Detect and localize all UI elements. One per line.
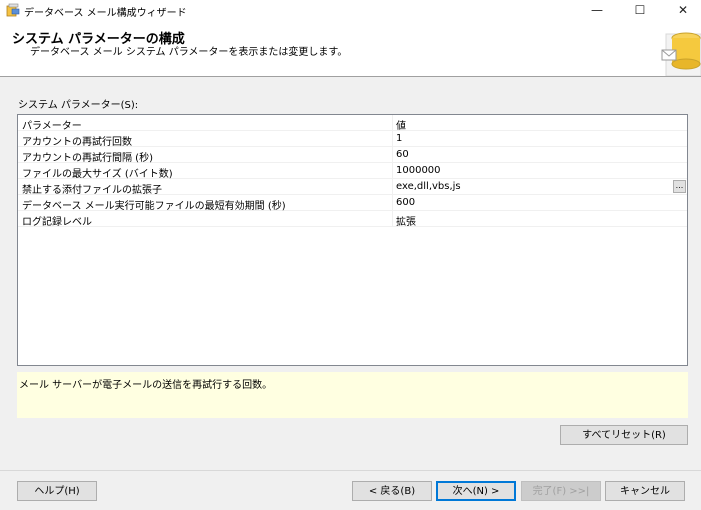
help-button[interactable]: ヘルプ(H) [17, 481, 97, 501]
back-button[interactable]: < 戻る(B) [352, 481, 432, 501]
window-title: データベース メール構成ウィザード [24, 8, 187, 19]
table-row[interactable]: 禁止する添付ファイルの拡張子 exe,dll,vbs,js ... [18, 179, 687, 196]
column-header-parameter: パラメーター [22, 121, 82, 132]
parameter-name: アカウントの再試行回数 [22, 137, 132, 148]
parameter-value[interactable]: 600 [396, 197, 656, 208]
title-bar: データベース メール構成ウィザード — ☐ ✕ [0, 0, 701, 20]
parameter-value[interactable]: 60 [396, 149, 656, 160]
table-row[interactable]: アカウントの再試行回数 1 [18, 131, 687, 148]
system-parameters-label: システム パラメーター(S): [18, 100, 139, 111]
footer-separator [0, 470, 701, 471]
table-row[interactable]: ログ記録レベル 拡張 [18, 211, 687, 228]
database-mail-icon [661, 32, 701, 76]
parameter-value[interactable]: 1 [396, 133, 656, 144]
parameter-name: データベース メール実行可能ファイルの最短有効期間 (秒) [22, 201, 286, 212]
page-subtitle: データベース メール システム パラメーターを表示または変更します。 [30, 47, 348, 58]
parameter-description-panel: メール サーバーが電子メールの送信を再試行する回数。 [17, 372, 688, 418]
cancel-button[interactable]: キャンセル [605, 481, 685, 501]
parameter-description: メール サーバーが電子メールの送信を再試行する回数。 [19, 380, 273, 391]
parameter-value[interactable]: 拡張 [396, 213, 656, 228]
minimize-button[interactable]: — [574, 0, 620, 20]
column-header-value: 値 [396, 121, 406, 132]
parameter-value[interactable]: 1000000 [396, 165, 656, 176]
table-row[interactable]: データベース メール実行可能ファイルの最短有効期間 (秒) 600 [18, 195, 687, 212]
table-row[interactable]: アカウントの再試行間隔 (秒) 60 [18, 147, 687, 164]
maximize-button[interactable]: ☐ [617, 0, 663, 20]
parameter-name: アカウントの再試行間隔 (秒) [22, 153, 153, 164]
wizard-app-icon [6, 3, 20, 17]
reset-all-button[interactable]: すべてリセット(R) [560, 425, 688, 445]
close-button[interactable]: ✕ [660, 0, 701, 20]
parameter-value[interactable]: exe,dll,vbs,js [396, 181, 656, 192]
parameter-name: ログ記録レベル [22, 217, 92, 228]
browse-extensions-button[interactable]: ... [673, 180, 686, 193]
table-row[interactable]: ファイルの最大サイズ (バイト数) 1000000 [18, 163, 687, 180]
next-button[interactable]: 次へ(N) > [436, 481, 516, 501]
parameter-name: 禁止する添付ファイルの拡張子 [22, 185, 162, 196]
wizard-header: システム パラメーターの構成 データベース メール システム パラメーターを表示… [0, 20, 701, 77]
grid-header-row: パラメーター 値 [18, 115, 687, 132]
parameter-name: ファイルの最大サイズ (バイト数) [22, 169, 173, 180]
finish-button[interactable]: 完了(F) >>| [521, 481, 601, 501]
system-parameters-grid[interactable]: パラメーター 値 アカウントの再試行回数 1 アカウントの再試行間隔 (秒) 6… [17, 114, 688, 366]
